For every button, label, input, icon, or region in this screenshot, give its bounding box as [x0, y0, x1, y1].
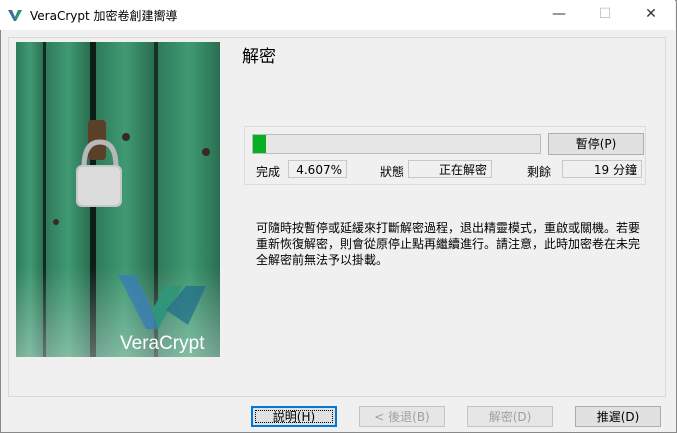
close-icon: ✕ — [645, 6, 657, 22]
focus-ring — [255, 410, 333, 423]
help-button[interactable]: 説明(H) — [251, 406, 337, 427]
window-title: VeraCrypt 加密卷創建嚮導 — [30, 9, 178, 23]
status-label: 狀態 — [380, 165, 405, 179]
close-button[interactable]: ✕ — [628, 0, 674, 30]
defer-button[interactable]: 推遲(D) — [575, 406, 661, 427]
pause-button[interactable]: 暫停(P) — [548, 133, 644, 155]
page-title: 解密 — [242, 47, 276, 67]
back-button[interactable]: < 後退(B) — [359, 406, 445, 427]
done-value: 4.607% — [288, 160, 347, 178]
title-bar[interactable]: VeraCrypt 加密卷創建嚮導 — ☐ ✕ — [0, 0, 675, 30]
done-label: 完成 — [256, 165, 281, 179]
remaining-value: 19 分鐘 — [562, 160, 642, 178]
minimize-icon: — — [552, 6, 566, 22]
decryption-progress-bar — [252, 134, 541, 154]
padlock-door-illustration: VeraCrypt — [16, 42, 220, 357]
decrypt-button[interactable]: 解密(D) — [467, 406, 553, 427]
veracrypt-brand-text: VeraCrypt — [120, 333, 205, 354]
veracrypt-logo-icon — [8, 10, 22, 21]
maximize-button[interactable]: ☐ — [582, 0, 628, 30]
info-text: 可隨時按暫停或延緩來打斷解密過程，退出精靈模式，重啟或關機。若要重新恢復解密，則… — [256, 221, 641, 267]
minimize-button[interactable]: — — [536, 0, 582, 30]
maximize-icon: ☐ — [598, 6, 612, 22]
status-value: 正在解密 — [408, 160, 492, 178]
wizard-side-image: VeraCrypt — [16, 42, 220, 357]
remaining-label: 剩餘 — [527, 165, 552, 179]
progress-fill — [253, 135, 267, 153]
